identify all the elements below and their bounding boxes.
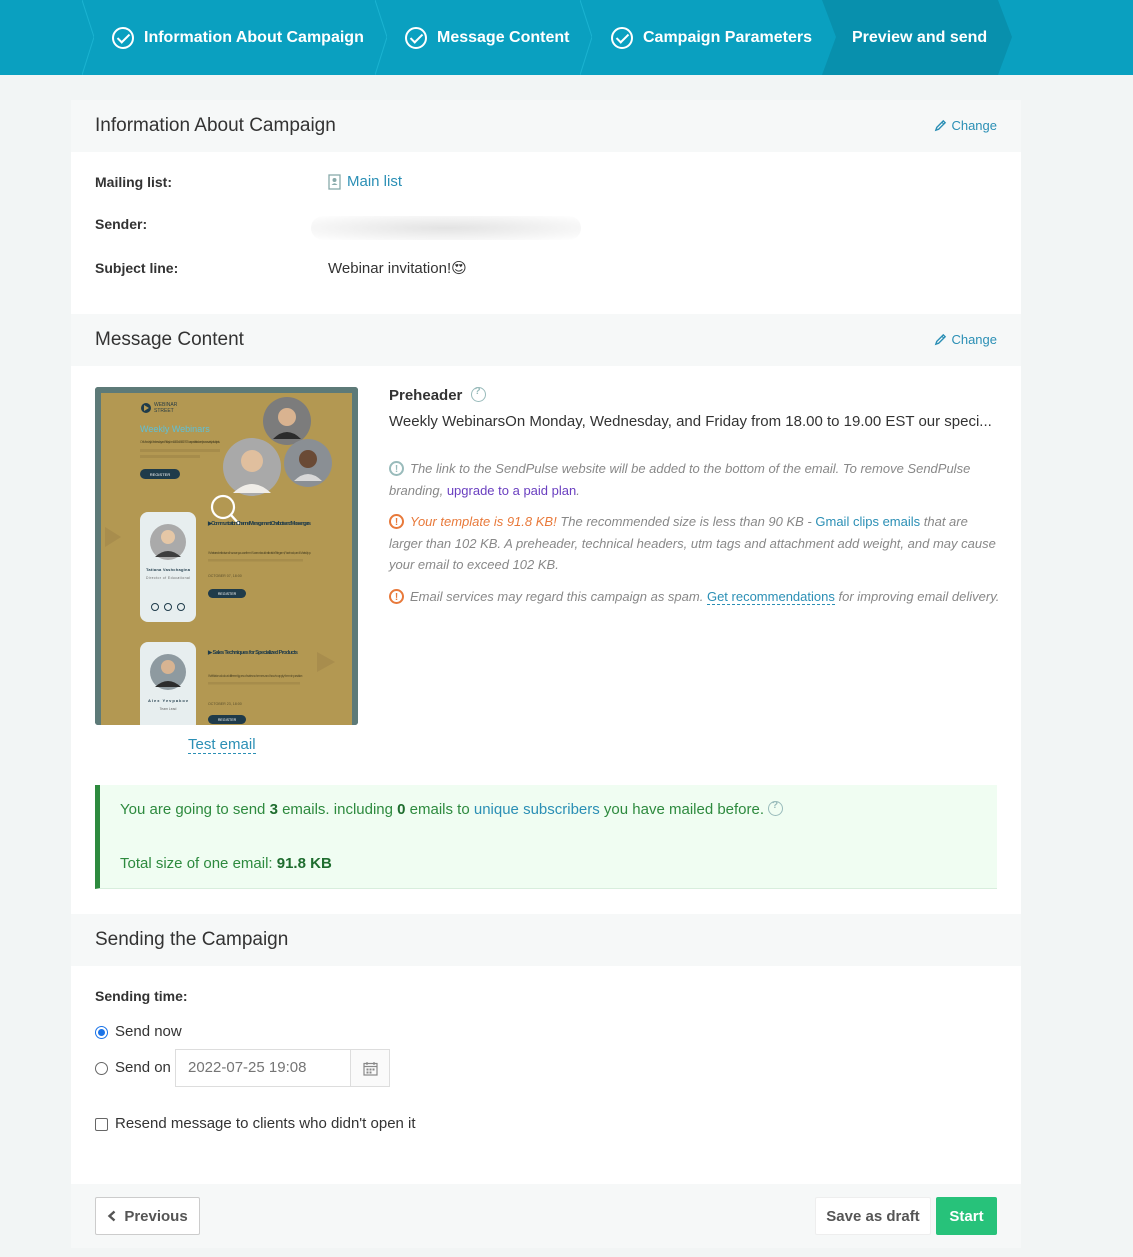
- section-title: Message Content: [95, 329, 244, 350]
- preview-topic2-desc: We'll take a look at different types of …: [208, 674, 303, 678]
- step-label: Information About Campaign: [144, 28, 364, 46]
- check-circle-icon: [405, 26, 427, 49]
- step-separator: [580, 0, 592, 75]
- step-separator: [375, 0, 387, 75]
- test-email-link[interactable]: Test email: [188, 736, 256, 754]
- start-button[interactable]: Start: [936, 1197, 997, 1235]
- section-title: Sending the Campaign: [95, 929, 289, 950]
- preview-topic1-desc: What are chatbots and how can you use th…: [208, 551, 311, 555]
- unique-subscribers-link[interactable]: unique subscribers: [474, 801, 600, 818]
- step-label: Campaign Parameters: [643, 28, 812, 46]
- upgrade-link[interactable]: upgrade to a paid plan: [447, 483, 576, 498]
- preview-topic1: ▶ Communication Channel Management: Chat…: [207, 520, 311, 527]
- campaign-stepper: Information About Campaign Message Conte…: [0, 0, 1133, 75]
- help-icon[interactable]: [768, 800, 784, 816]
- preview-register-button: REGISTER: [218, 592, 237, 596]
- send-date-input[interactable]: [176, 1050, 350, 1086]
- info-icon: [389, 459, 404, 481]
- size-warning-note: Your template is 91.8 KB! The recommende…: [389, 511, 1001, 576]
- subject-value: Webinar invitation!😍: [328, 260, 467, 277]
- email-preview-image: WEBINAR STREET Weekly Webinars On Monday…: [95, 387, 358, 725]
- chevron-left-icon: [108, 1210, 116, 1222]
- preview-speaker1-role: Director of Educational: [146, 576, 190, 580]
- sender-label: Sender:: [95, 216, 148, 232]
- preheader-title: Preheader: [389, 386, 486, 404]
- get-recommendations-link[interactable]: Get recommendations: [706, 589, 835, 605]
- preview-speaker2-name: Alex Yevpakov: [148, 698, 189, 703]
- campaign-card: Information About Campaign Change Mailin…: [71, 100, 1021, 1248]
- preheader-text: Weekly WebinarsOn Monday, Wednesday, and…: [389, 413, 992, 430]
- preview-topic2-date: OCTOBER 23, 18:00: [208, 702, 242, 706]
- step-label: Message Content: [437, 28, 570, 46]
- repeat-count: 0: [397, 801, 406, 818]
- help-icon[interactable]: [470, 386, 486, 402]
- send-now-label[interactable]: Send now: [115, 1023, 182, 1040]
- sender-redacted: [311, 216, 581, 240]
- warning-icon: [389, 512, 404, 534]
- address-book-icon: [328, 173, 341, 190]
- calendar-icon: [362, 1061, 378, 1076]
- step-preview-send[interactable]: Preview and send: [852, 0, 987, 75]
- subject-label: Subject line:: [95, 260, 179, 276]
- resend-label[interactable]: Resend message to clients who didn't ope…: [115, 1115, 416, 1132]
- gmail-clips-link[interactable]: Gmail clips emails: [815, 514, 920, 529]
- preview-speaker2-role: Team Lead: [160, 707, 177, 711]
- branding-note: The link to the SendPulse website will b…: [389, 458, 1001, 501]
- step-label: Preview and send: [852, 28, 988, 46]
- section-title: Information About Campaign: [95, 115, 336, 136]
- preview-register-button: REGISTER: [150, 472, 171, 477]
- email-size-value: 91.8 KB: [276, 855, 332, 872]
- mailing-list-link[interactable]: Main list: [328, 173, 402, 190]
- preview-brand-bottom: STREET: [154, 408, 174, 414]
- send-now-radio[interactable]: [95, 1026, 108, 1039]
- step-separator: [82, 0, 94, 75]
- email-count: 3: [269, 801, 278, 818]
- check-circle-icon: [611, 26, 633, 49]
- save-draft-button[interactable]: Save as draft: [815, 1197, 931, 1235]
- spam-warning-note: Email services may regard this campaign …: [389, 586, 1001, 609]
- preview-speaker1-name: Tatiana Vashchagina: [146, 567, 191, 572]
- send-date-field[interactable]: [175, 1049, 390, 1087]
- sending-time-label: Sending time:: [95, 988, 188, 1004]
- check-circle-icon: [112, 26, 134, 49]
- info-section-header: Information About Campaign Change: [71, 100, 1021, 152]
- send-on-radio[interactable]: [95, 1062, 108, 1075]
- pencil-icon: [935, 333, 947, 346]
- previous-button[interactable]: Previous: [95, 1197, 200, 1235]
- preview-heading: Weekly Webinars: [140, 424, 210, 434]
- step-message-content[interactable]: Message Content: [405, 0, 569, 75]
- preview-topic1-date: OCTOBER 07, 18:00: [208, 574, 242, 578]
- send-summary-line: You are going to send 3 emails. includin…: [120, 800, 784, 818]
- content-section-header: Message Content Change: [71, 314, 1021, 366]
- resend-checkbox[interactable]: [95, 1118, 108, 1131]
- send-on-label[interactable]: Send on: [115, 1059, 171, 1076]
- preview-register-button: REGISTER: [218, 718, 237, 722]
- step-information[interactable]: Information About Campaign: [112, 0, 364, 75]
- change-info-link[interactable]: Change: [934, 118, 997, 133]
- sending-section-header: Sending the Campaign: [71, 914, 1021, 966]
- pencil-icon: [935, 119, 947, 132]
- calendar-button[interactable]: [350, 1050, 389, 1086]
- step-campaign-parameters[interactable]: Campaign Parameters: [611, 0, 812, 75]
- mailing-list-label: Mailing list:: [95, 174, 172, 190]
- email-size-line: Total size of one email: 91.8 KB: [120, 855, 332, 872]
- footer-actions: Previous Save as draft Start: [71, 1184, 1021, 1248]
- change-content-link[interactable]: Change: [934, 332, 997, 347]
- preview-intro: On Monday, Wednesday, and Friday from 18…: [140, 440, 220, 444]
- email-preview-thumbnail[interactable]: WEBINAR STREET Weekly Webinars On Monday…: [95, 387, 358, 725]
- preview-topic2: ▶ Sales Techniques for Specialized Produ…: [207, 649, 298, 656]
- send-summary-box: You are going to send 3 emails. includin…: [95, 785, 997, 889]
- warning-icon: [389, 587, 404, 609]
